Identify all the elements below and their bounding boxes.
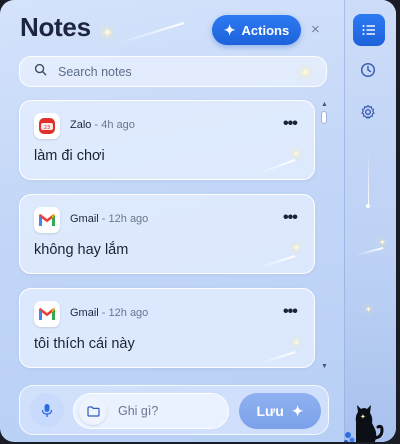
composer-bar: Lưu ✦ [19, 385, 329, 435]
clock-icon[interactable] [360, 62, 378, 80]
notes-scrollbar[interactable]: ▲ ▼ [321, 101, 328, 371]
note-time: 12h ago [108, 213, 149, 225]
note-card[interactable]: Gmail - 12h ago ••• tôi thích cái này ✦ [19, 288, 315, 368]
save-button[interactable]: Lưu ✦ [239, 393, 321, 429]
more-options-icon[interactable]: ••• [283, 209, 298, 227]
note-source: Gmail [70, 213, 99, 225]
notes-window: Notes ✦ ✦ Actions × ✦ 23 Z [0, 0, 396, 442]
note-card[interactable]: Gmail - 12h ago ••• không hay lắm ✦ [19, 194, 315, 274]
sparkle-icon: ✦ [292, 338, 301, 349]
note-time: 12h ago [108, 307, 149, 319]
list-icon [362, 25, 375, 35]
sparkle-icon: ✦ [379, 238, 386, 247]
note-time: 4h ago [101, 119, 135, 131]
sparkle-icon: ✦ [102, 25, 113, 40]
note-meta: Gmail - 12h ago [70, 213, 148, 225]
gmail-icon [34, 207, 60, 233]
note-text: làm đi chơi [34, 148, 105, 164]
note-meta: Zalo - 4h ago [70, 119, 135, 131]
note-source: Gmail [70, 307, 99, 319]
gmail-icon [34, 301, 60, 327]
note-text: không hay lắm [34, 242, 129, 258]
zalo-icon: 23 [34, 113, 60, 139]
main-panel: Notes ✦ ✦ Actions × ✦ 23 Z [0, 0, 344, 442]
note-card[interactable]: 23 Zalo - 4h ago ••• làm đi chơi ✦ [19, 100, 315, 180]
attach-folder-button[interactable] [79, 397, 107, 425]
meta-separator: - [101, 307, 109, 319]
meta-separator: - [101, 213, 109, 225]
more-options-icon[interactable]: ••• [283, 303, 298, 321]
more-options-icon[interactable]: ••• [283, 115, 298, 133]
search-input[interactable] [56, 63, 290, 80]
scroll-up-icon[interactable]: ▲ [321, 101, 328, 108]
search-icon [34, 63, 47, 81]
microphone-icon [41, 403, 53, 417]
actions-button[interactable]: ✦ Actions [212, 15, 301, 45]
decorative-streak [355, 247, 384, 256]
note-text: tôi thích cái này [34, 336, 135, 352]
decorative-streak [256, 351, 296, 365]
sparkle-icon: ✦ [300, 65, 311, 80]
note-input[interactable] [116, 403, 220, 419]
decorative-streak [114, 22, 185, 45]
decorative-line [368, 150, 369, 205]
decorative-streak [257, 159, 296, 175]
search-bar[interactable]: ✦ [19, 56, 327, 87]
decorative-dot [366, 204, 370, 208]
note-meta: Gmail - 12h ago [70, 307, 148, 319]
close-button[interactable]: × [311, 21, 320, 38]
note-source: Zalo [70, 119, 92, 131]
sparkle-icon: ✦ [292, 243, 301, 254]
sparkle-icon: ✦ [292, 149, 301, 160]
note-input-wrapper [73, 393, 229, 429]
cat-silhouette-icon: ✦ [344, 405, 384, 442]
page-title: Notes [20, 12, 91, 42]
folder-icon [86, 405, 100, 417]
sparkle-icon: ✦ [291, 402, 304, 419]
list-view-button[interactable] [353, 14, 385, 46]
decorative-streak [256, 255, 296, 269]
scroll-thumb[interactable] [321, 111, 327, 124]
scroll-down-icon[interactable]: ▼ [321, 363, 328, 370]
gear-icon[interactable] [360, 104, 378, 122]
actions-button-label: Actions [241, 22, 290, 38]
svg-text:23: 23 [44, 125, 50, 131]
sparkle-icon: ✦ [365, 305, 372, 314]
side-rail: ✦ ✦ ✦ [344, 0, 396, 442]
save-button-label: Lưu [256, 403, 284, 419]
sparkle-icon: ✦ [223, 21, 236, 38]
microphone-button[interactable] [30, 393, 64, 427]
svg-text:✦: ✦ [360, 413, 366, 421]
